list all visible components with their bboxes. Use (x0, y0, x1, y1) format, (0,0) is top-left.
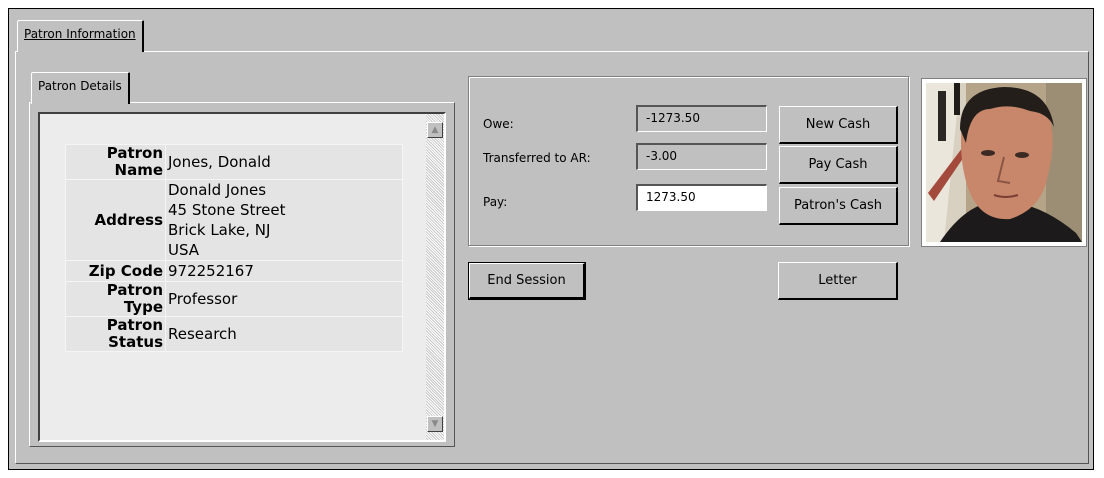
patron-name-value: Jones, Donald (165, 144, 403, 180)
transferred-to-ar-field: -3.00 (636, 143, 767, 170)
patron-photo (921, 78, 1087, 247)
patron-type-value: Professor (165, 281, 403, 317)
tab-patron-information[interactable]: Patron Information (17, 20, 144, 52)
zip-code-label: Zip Code (65, 260, 166, 282)
transferred-to-ar-label: Transferred to AR: (483, 151, 591, 165)
patron-type-label: Patron Type (65, 281, 166, 317)
patron-status-label: Patron Status (65, 316, 166, 352)
patron-photo-image (926, 83, 1082, 242)
table-row: Zip Code 972252167 (65, 260, 403, 282)
patrons-cash-button[interactable]: Patron's Cash (779, 187, 898, 225)
address-value: Donald Jones 45 Stone Street Brick Lake,… (165, 179, 403, 261)
table-row: Patron Type Professor (65, 281, 403, 317)
table-row: Address Donald Jones 45 Stone Street Bri… (65, 179, 403, 261)
patron-status-value: Research (165, 316, 403, 352)
table-row: Patron Name Jones, Donald (65, 144, 403, 180)
owe-field: -1273.50 (636, 105, 767, 132)
tab-patron-information-label: Patron Information (24, 27, 136, 41)
scroll-up-arrow-icon[interactable]: ▲ (427, 122, 443, 138)
pay-cash-button[interactable]: Pay Cash (779, 146, 898, 184)
letter-button[interactable]: Letter (778, 262, 898, 300)
tab-patron-details[interactable]: Patron Details (31, 72, 130, 104)
end-session-button[interactable]: End Session (468, 262, 586, 300)
patron-details-table: Patron Name Jones, Donald Address Donald… (65, 144, 403, 352)
address-label: Address (65, 179, 166, 261)
zip-code-value: 972252167 (165, 260, 403, 282)
new-cash-button[interactable]: New Cash (779, 106, 898, 144)
pay-label: Pay: (483, 195, 508, 209)
tab-patron-details-label: Patron Details (38, 79, 122, 93)
cash-groupbox: Owe: -1273.50 Transferred to AR: -3.00 P… (468, 76, 909, 246)
patron-details-listbox[interactable]: Patron Name Jones, Donald Address Donald… (38, 112, 446, 442)
scroll-down-arrow-icon[interactable]: ▼ (427, 416, 443, 432)
table-row: Patron Status Research (65, 316, 403, 352)
owe-label: Owe: (483, 117, 514, 131)
pay-input[interactable]: 1273.50 (636, 184, 767, 211)
patron-name-label: Patron Name (65, 144, 166, 180)
vertical-scrollbar[interactable]: ▲ ▼ (426, 114, 444, 440)
